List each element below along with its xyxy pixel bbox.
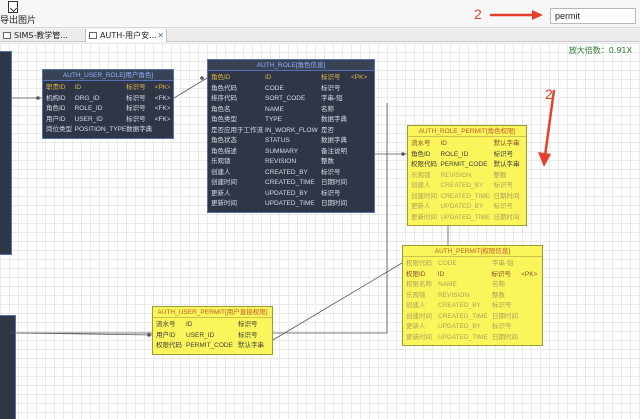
table-auth-user-role[interactable]: AUTH_USER_ROLE[用户角色] 职责ID ID 标识号 <PK> 机构… <box>42 69 174 139</box>
export-file-icon <box>8 1 18 13</box>
table-auth-user-permit[interactable]: AUTH_USER_PERMIT[用户直接权限] 流水号 ID 标识号 用户ID US… <box>152 306 273 355</box>
table-row: 职责ID ID 标识号 <PK> <box>46 84 170 91</box>
zoom-level: 放大倍数：0.91X <box>568 46 632 55</box>
tab-auth[interactable]: AUTH-用户安... ✕ <box>85 29 167 42</box>
table-row: 更新人 UPDATED_BY 标识号 <box>411 203 514 210</box>
annotation-arrow-right <box>490 10 543 20</box>
table-row: 角色描述 SUMMARY 备注说明 <box>211 147 347 155</box>
offscreen-table-left-top[interactable] <box>0 51 12 255</box>
export-image-label: 导出图片 <box>0 16 37 26</box>
table-row: 权限代码 CODE 字串-短 <box>406 260 514 267</box>
table-title: AUTH_PERMIT[权限信息] <box>403 246 542 257</box>
table-row: 创建人 CREATED_BY 标识号 <box>406 302 512 309</box>
tab-sims[interactable]: SIMS-教学管... <box>0 29 84 42</box>
table-row: 流水号 ID 默认字串 <box>411 140 520 147</box>
table-row: 角色ID ROLE_ID 标识号 <box>411 150 514 158</box>
table-auth-permit[interactable]: AUTH_PERMIT[权限信息] 权限代码 CODE 字串-短 权限ID ID 标识号… <box>402 245 543 346</box>
table-row: 创建时间 CREATED_TIME 日期时间 <box>411 192 520 200</box>
table-title: AUTH_ROLE[角色信息] <box>208 60 374 71</box>
table-row: 角色代码 CODE 标识号 <box>211 84 341 92</box>
table-row: 角色名 NAME 名称 <box>211 105 334 113</box>
table-row: 创建人 CREATED_BY 标识号 <box>411 182 514 189</box>
close-icon[interactable]: ✕ <box>157 29 164 42</box>
table-auth-role[interactable]: AUTH_ROLE[角色信息] 角色ID ID 标识号 <PK> 角色代码 CODE 标识… <box>207 59 375 213</box>
offscreen-table-left-bottom[interactable] <box>0 315 16 419</box>
table-title: AUTH_USER_ROLE[用户角色] <box>43 70 173 81</box>
annotation-number-right: 2 <box>545 86 553 102</box>
table-row: 更新时间 UPDATED_TIME 日期时间 <box>411 213 520 221</box>
table-row: 创建时间 CREATED_TIME 日期时间 <box>211 179 347 186</box>
table-row: 角色类型 TYPE 数据字典 <box>211 116 347 123</box>
table-row: 更新人 UPDATED_BY 标识号 <box>211 189 341 197</box>
table-row: 更新时间 UPDATED_TIME 日期时间 <box>406 333 518 341</box>
table-tab-icon <box>89 32 97 39</box>
table-row: 是否应用于工作流 IN_WORK_FLOW 是否 <box>211 126 334 134</box>
table-auth-role-permit[interactable]: AUTH_ROLE_PERMIT[角色权限] 流水号 ID 默认字串 角色ID ROL… <box>407 125 527 226</box>
table-row: 更新人 UPDATED_BY 标识号 <box>406 323 512 330</box>
table-row: 乐观锁 REVISION 整数 <box>406 291 505 299</box>
diagram-canvas[interactable]: 放大倍数：0.91X 2 AUTH_USER_ROLE[用户角色] 职责ID I… <box>0 43 640 419</box>
table-row: 乐观锁 REVISION 整数 <box>411 171 507 179</box>
table-row: 流水号 ID 标识号 <box>156 321 258 328</box>
tab-auth-label: AUTH-用户安... <box>100 31 157 40</box>
toolbar: 导出图片 2 <box>0 0 640 28</box>
tab-sims-label: SIMS-教学管... <box>14 31 68 40</box>
table-row: 创建时间 CREATED_TIME 日期时间 <box>406 312 518 320</box>
table-row: 权限名称 NAME 名称 <box>406 281 505 288</box>
table-row: 岗位类型 POSITION_TYPE 数据字典 <box>46 126 153 133</box>
table-row: 角色ID ROLE_ID 标识号 <FK> <box>46 105 170 112</box>
table-row: 权限代码 PERMIT_CODE 默认字串 <box>411 161 520 168</box>
table-row: 用户ID USER_ID 标识号 <box>156 331 258 339</box>
annotation-number-top: 2 <box>474 6 482 22</box>
table-row: 角色ID ID 标识号 <PK> <box>211 74 368 81</box>
table-row: 机构ID ORG_ID 标识号 <FK> <box>46 94 170 102</box>
table-row: 角色状态 STATUS 数据字典 <box>211 137 347 144</box>
search-input[interactable] <box>550 8 636 24</box>
tab-bar: SIMS-教学管... AUTH-用户安... ✕ <box>0 29 640 42</box>
table-row: 权限ID ID 标识号 <PK> <box>406 270 538 278</box>
table-row: 权限代码 PERMIT_CODE 默认字串 <box>156 342 264 349</box>
export-image-button[interactable]: 导出图片 <box>0 0 36 28</box>
table-row: 更新时间 UPDATED_TIME 日期时间 <box>211 200 347 207</box>
table-row: 创建人 CREATED_BY 标识号 <box>211 168 341 176</box>
table-row: 排序代码 SORT_CODE 字串-短 <box>211 95 343 102</box>
table-tab-icon <box>3 32 11 39</box>
table-title: AUTH_ROLE_PERMIT[角色权限] <box>408 126 526 137</box>
table-title: AUTH_USER_PERMIT[用户直接权限] <box>153 307 272 318</box>
table-row: 用户ID USER_ID 标识号 <FK> <box>46 115 170 123</box>
table-row: 乐观锁 REVISION 整数 <box>211 158 334 165</box>
